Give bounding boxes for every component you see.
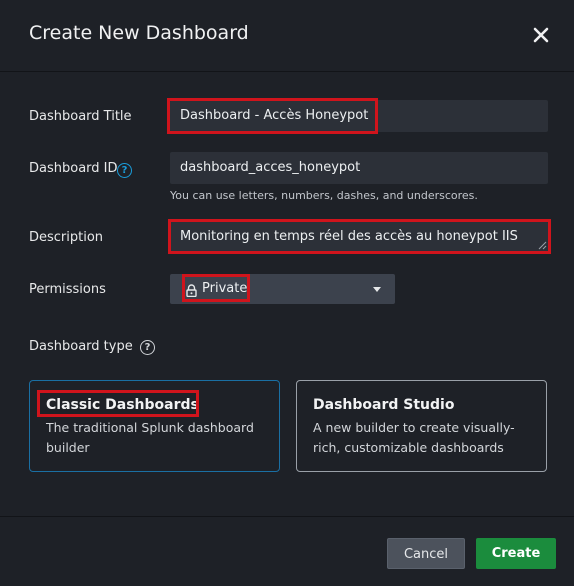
resize-handle-icon[interactable] <box>537 240 547 250</box>
modal-header: Create New Dashboard <box>0 0 574 72</box>
permissions-select[interactable]: Private <box>170 274 395 304</box>
permissions-value: Private <box>202 281 248 296</box>
classic-dashboards-card[interactable]: Classic Dashboards The traditional Splun… <box>29 380 280 472</box>
card-description: The traditional Splunk dashboard builder <box>46 420 254 455</box>
card-description: A new builder to create visually-rich, c… <box>313 420 515 455</box>
card-title: Classic Dashboards <box>46 397 199 413</box>
card-title: Dashboard Studio <box>313 397 455 413</box>
footer-divider <box>0 516 574 517</box>
modal-title: Create New Dashboard <box>29 22 249 44</box>
create-button[interactable]: Create <box>476 538 556 569</box>
help-icon[interactable]: ? <box>140 340 155 355</box>
lock-icon <box>186 282 197 301</box>
cancel-button[interactable]: Cancel <box>387 538 465 569</box>
create-dashboard-modal: Create New Dashboard Dashboard Title Das… <box>0 0 574 586</box>
close-icon[interactable] <box>528 22 554 48</box>
chevron-down-icon <box>373 287 381 292</box>
dashboard-id-hint: You can use letters, numbers, dashes, an… <box>170 189 478 202</box>
dashboard-id-label: Dashboard ID <box>29 161 118 176</box>
description-label: Description <box>29 230 104 245</box>
dashboard-title-input[interactable]: Dashboard - Accès Honeypot <box>170 100 548 132</box>
dashboard-title-label: Dashboard Title <box>29 109 132 124</box>
dashboard-studio-card[interactable]: Dashboard Studio A new builder to create… <box>296 380 547 472</box>
dashboard-id-input[interactable]: dashboard_acces_honeypot <box>170 152 548 184</box>
permissions-label: Permissions <box>29 282 106 297</box>
dashboard-type-label: Dashboard type <box>29 339 133 354</box>
help-icon[interactable]: ? <box>117 163 132 178</box>
description-textarea[interactable]: Monitoring en temps réel des accès au ho… <box>170 221 548 253</box>
